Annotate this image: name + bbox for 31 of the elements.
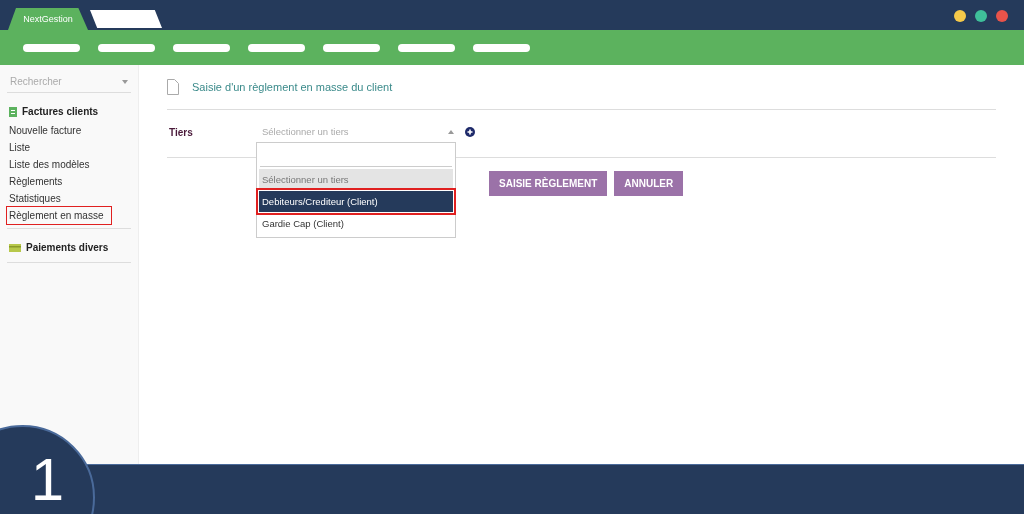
menu-item-placeholder[interactable] [473,43,530,52]
sidebar-section-title[interactable]: Paiements divers [26,242,109,253]
sidebar-item[interactable]: Règlement en masse [7,207,111,224]
field-label: Tiers [168,127,194,138]
window-dot-icon[interactable] [954,10,966,22]
sidebar-item[interactable]: Nouvelle facture [7,122,131,139]
window-dot-icon[interactable] [996,10,1008,22]
document-icon [167,79,179,95]
sidebar-item[interactable]: Règlements [7,173,131,190]
page-title: Saisie d'un règlement en masse du client [192,81,393,93]
document-icon [9,106,17,117]
menu-item-placeholder[interactable] [173,43,230,52]
menu-item-placeholder[interactable] [98,43,155,52]
caret-icon [448,129,454,134]
add-icon[interactable] [465,126,475,137]
sidebar-item[interactable]: Statistiques [7,190,131,207]
window-dot-icon[interactable] [975,10,987,22]
card-icon [9,243,21,252]
menu-item-placeholder[interactable] [398,43,455,52]
action-button[interactable]: SAISIE RÈGLEMENT [489,171,608,196]
menu-item-placeholder[interactable] [248,43,305,52]
action-button[interactable]: ANNULER [614,171,684,196]
app-tab[interactable] [90,10,162,28]
sidebar-section-title[interactable]: Factures clients [22,106,99,117]
sidebar-item[interactable]: Liste des modèles [7,156,131,173]
menu-item-placeholder[interactable] [23,43,80,52]
caret-icon [122,79,128,84]
dropdown-option[interactable]: Debiteurs/Crediteur (Client) [259,191,453,212]
menu-item-placeholder[interactable] [323,43,380,52]
sidebar-item[interactable]: Liste [7,139,131,156]
dropdown-option[interactable]: Sélectionner un tiers [259,169,453,190]
